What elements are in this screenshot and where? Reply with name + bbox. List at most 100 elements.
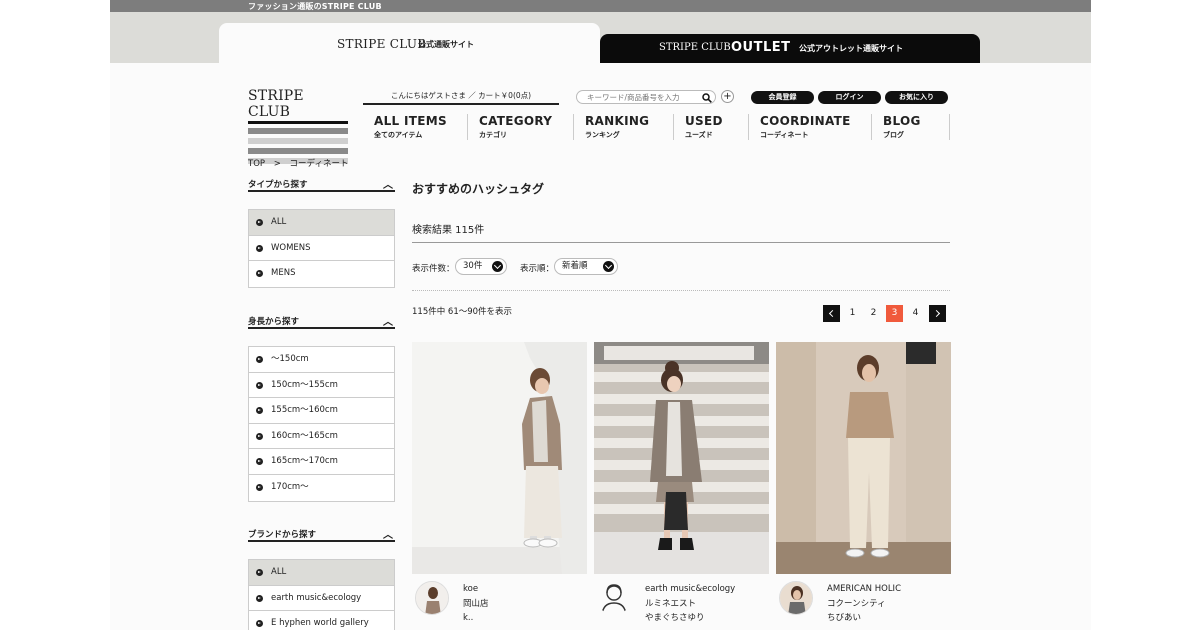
height-filter-list: 〜150cm 150cm〜155cm 155cm〜160cm 160cm〜165…: [248, 346, 395, 502]
type-filter-mens[interactable]: MENS: [249, 261, 394, 287]
type-filter-heading[interactable]: タイプから探す ︿: [248, 178, 395, 192]
height-filter-title: 身長から探す: [248, 317, 300, 327]
tab-outlet-site[interactable]: STRIPE CLUB OUTLET 公式アウトレット通販サイト: [600, 34, 980, 63]
per-page-select[interactable]: 30件: [455, 258, 507, 275]
nav-coordinate[interactable]: COORDINATE コーディネート: [749, 114, 872, 140]
top-strip: ファッション通販のSTRIPE CLUB: [110, 0, 1091, 12]
height-filter-label: 〜150cm: [271, 354, 309, 364]
greeting-cart[interactable]: こんにちはゲストさま ／ カート￥0(0点): [363, 90, 559, 105]
height-filter-item[interactable]: 165cm〜170cm: [249, 449, 394, 475]
nav-used[interactable]: USED ユーズド: [674, 114, 749, 140]
prev-page-icon[interactable]: [823, 305, 840, 322]
tab-main-logo: STRIPE CLUB: [337, 37, 427, 51]
height-filter-heading[interactable]: 身長から探す ︿: [248, 315, 395, 329]
breadcrumb: TOP > コーディネート: [248, 157, 354, 169]
result-count: 検索結果 115件: [412, 225, 485, 236]
browser-page: ファッション通販のSTRIPE CLUB STRIPE CLUB 公式通販サイト…: [110, 0, 1091, 630]
pagination: 1 2 3 4: [823, 305, 951, 323]
card-staff: ちびあい: [827, 613, 862, 623]
type-filter-all[interactable]: ALL: [249, 210, 394, 236]
card-staff: やまぐちさゆり: [645, 613, 705, 623]
type-filter-label: WOMENS: [271, 242, 311, 253]
tab-outlet-word: OUTLET: [731, 40, 791, 55]
height-filter-label: 160cm〜165cm: [271, 430, 338, 441]
height-filter-item[interactable]: 〜150cm: [249, 347, 394, 373]
card-info: earth music&ecology ルミネエスト やまぐちさゆり: [645, 582, 735, 626]
coordinate-photo[interactable]: [776, 342, 951, 574]
arrow-bullet-icon: [256, 594, 263, 602]
nav-ranking[interactable]: RANKING ランキング: [574, 114, 674, 140]
arrow-bullet-icon: [256, 569, 263, 576]
card-staff: k..: [463, 613, 474, 623]
card-shop: コクーンシティ: [827, 598, 886, 609]
height-filter-label: 170cm〜: [271, 481, 309, 492]
type-filter-label: MENS: [271, 268, 296, 279]
search-box[interactable]: [576, 90, 716, 104]
chevron-down-icon: [603, 261, 614, 272]
divider: [412, 290, 950, 291]
card-info: koe 岡山店 k..: [463, 582, 489, 626]
arrow-bullet-icon: [256, 356, 263, 363]
brand-filter-all[interactable]: ALL: [249, 560, 394, 586]
arrow-bullet-icon: [256, 270, 263, 278]
coordinate-photo[interactable]: [412, 342, 587, 574]
tab-outlet-logo: STRIPE CLUB: [659, 42, 731, 53]
height-filter-item[interactable]: 150cm〜155cm: [249, 373, 394, 399]
height-filter-item[interactable]: 160cm〜165cm: [249, 424, 394, 450]
site-logo[interactable]: STRIPE CLUB: [248, 88, 348, 164]
arrow-bullet-icon: [256, 458, 263, 466]
card-brand[interactable]: earth music&ecology: [645, 582, 735, 597]
height-filter-item[interactable]: 170cm〜: [249, 475, 394, 501]
breadcrumb-separator: >: [273, 159, 281, 169]
collapse-caret-icon[interactable]: ︿: [383, 176, 393, 191]
brand-filter-heading[interactable]: ブランドから探す ︿: [248, 528, 395, 542]
coordinate-card[interactable]: earth music&ecology ルミネエスト やまぐちさゆり: [594, 342, 769, 630]
collapse-caret-icon[interactable]: ︿: [383, 313, 393, 328]
top-strip-text: ファッション通販のSTRIPE CLUB: [248, 2, 382, 11]
arrow-bullet-icon: [256, 381, 263, 389]
card-shop: 岡山店: [463, 598, 489, 609]
card-brand[interactable]: AMERICAN HOLIC: [827, 582, 901, 597]
type-filter-title: タイプから探す: [248, 180, 308, 190]
avatar: [415, 581, 449, 615]
login-button[interactable]: ログイン: [818, 91, 881, 104]
nav-blog[interactable]: BLOG ブログ: [872, 114, 950, 140]
search-icon[interactable]: [702, 93, 712, 103]
type-filter-list: ALL WOMENS MENS: [248, 209, 395, 288]
main-nav: ALL ITEMS 全てのアイテム CATEGORY カテゴリ RANKING …: [363, 114, 951, 142]
brand-filter-item[interactable]: E hyphen world gallery: [249, 611, 394, 630]
nav-label-en: COORDINATE: [760, 114, 851, 128]
breadcrumb-top[interactable]: TOP: [248, 159, 265, 169]
card-brand[interactable]: koe: [463, 582, 489, 597]
coordinate-card[interactable]: koe 岡山店 k..: [412, 342, 587, 630]
page-link[interactable]: 2: [865, 305, 882, 322]
plus-icon[interactable]: +: [721, 90, 734, 103]
favorites-button[interactable]: お気に入り: [885, 91, 948, 104]
coordinate-card[interactable]: AMERICAN HOLIC コクーンシティ ちびあい: [776, 342, 951, 630]
nav-label-en: CATEGORY: [479, 114, 553, 128]
nav-category[interactable]: CATEGORY カテゴリ: [468, 114, 574, 140]
sort-value: 新着順: [562, 261, 588, 271]
avatar: [779, 581, 813, 615]
register-button[interactable]: 会員登録: [751, 91, 814, 104]
coordinate-photo[interactable]: [594, 342, 769, 574]
next-page-icon[interactable]: [929, 305, 946, 322]
tab-main-site[interactable]: STRIPE CLUB 公式通販サイト: [219, 23, 600, 63]
page-link[interactable]: 4: [907, 305, 924, 322]
search-input[interactable]: [587, 92, 687, 103]
card-shop: ルミネエスト: [645, 598, 697, 609]
default-avatar-icon: [597, 581, 631, 615]
collapse-caret-icon[interactable]: ︿: [383, 526, 393, 541]
arrow-bullet-icon: [256, 483, 263, 491]
nav-label-en: BLOG: [883, 114, 921, 128]
nav-label-ja: ユーズド: [685, 131, 713, 139]
sort-label: 表示順：: [520, 264, 555, 274]
nav-all-items[interactable]: ALL ITEMS 全てのアイテム: [363, 114, 468, 140]
brand-filter-item[interactable]: earth music&ecology: [249, 586, 394, 612]
arrow-bullet-icon: [256, 432, 263, 440]
type-filter-womens[interactable]: WOMENS: [249, 236, 394, 262]
nav-label-en: USED: [685, 114, 723, 128]
height-filter-item[interactable]: 155cm〜160cm: [249, 398, 394, 424]
sort-select[interactable]: 新着順: [554, 258, 618, 275]
page-link[interactable]: 1: [844, 305, 861, 322]
